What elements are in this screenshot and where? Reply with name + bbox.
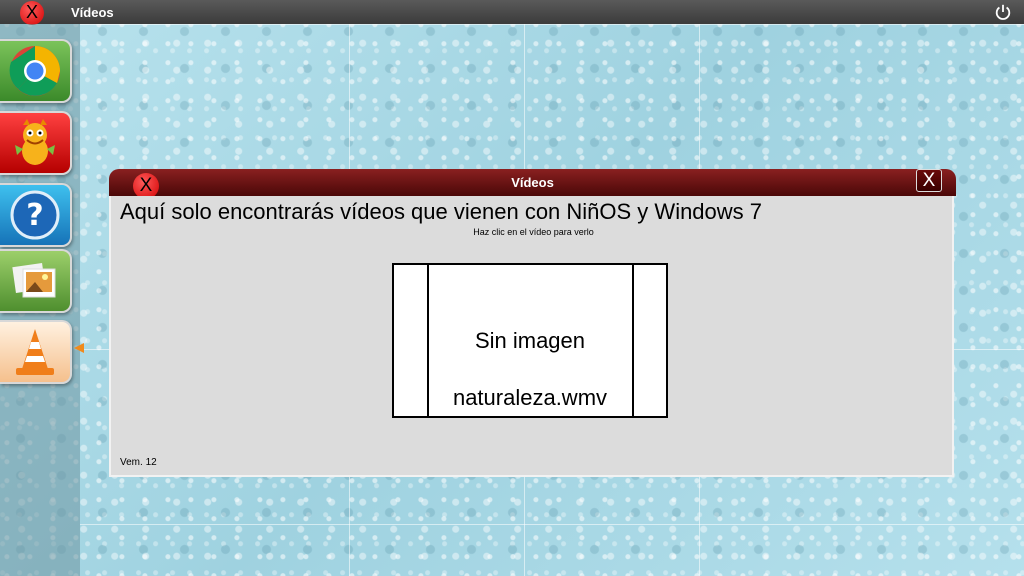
dialog-hint: Haz clic en el vídeo para verlo xyxy=(473,227,594,237)
dock-item-vlc[interactable] xyxy=(0,320,72,384)
version-label: Vem. 12 xyxy=(120,457,157,468)
top-bar: X Vídeos xyxy=(0,0,1024,25)
svg-text:?: ? xyxy=(26,198,43,233)
active-pointer-icon xyxy=(74,343,84,353)
video-tile[interactable]: Sin imagen naturaleza.wmv xyxy=(392,263,668,418)
videos-dialog: X Vídeos X Aquí solo encontrarás vídeos … xyxy=(109,169,956,477)
help-icon: ? xyxy=(10,190,60,240)
vlc-cone-icon xyxy=(16,329,54,375)
photos-icon xyxy=(12,263,56,298)
dock-item-game[interactable] xyxy=(0,111,72,175)
grid-line xyxy=(80,24,1024,25)
dialog-title: Vídeos xyxy=(511,175,554,190)
video-no-image-label: Sin imagen xyxy=(474,328,586,353)
top-bar-title: Vídeos xyxy=(71,5,114,20)
close-button[interactable]: X xyxy=(916,169,942,192)
close-badge-icon[interactable]: X xyxy=(20,1,44,25)
dialog-header: X Vídeos X xyxy=(109,169,956,199)
video-file-name: naturaleza.wmv xyxy=(452,385,608,410)
dialog-heading: Aquí solo encontrarás vídeos que vienen … xyxy=(120,199,763,224)
dock-item-chrome[interactable] xyxy=(0,39,72,103)
dragon-icon xyxy=(15,119,55,165)
dock-item-help[interactable]: ? xyxy=(0,183,72,247)
dialog-body: Aquí solo encontrarás vídeos que vienen … xyxy=(109,196,954,477)
grid-line xyxy=(80,524,1024,525)
dock-item-photos[interactable] xyxy=(0,249,72,313)
chrome-icon xyxy=(9,46,60,96)
power-icon[interactable] xyxy=(994,3,1012,21)
app-dock: ? xyxy=(0,24,80,576)
